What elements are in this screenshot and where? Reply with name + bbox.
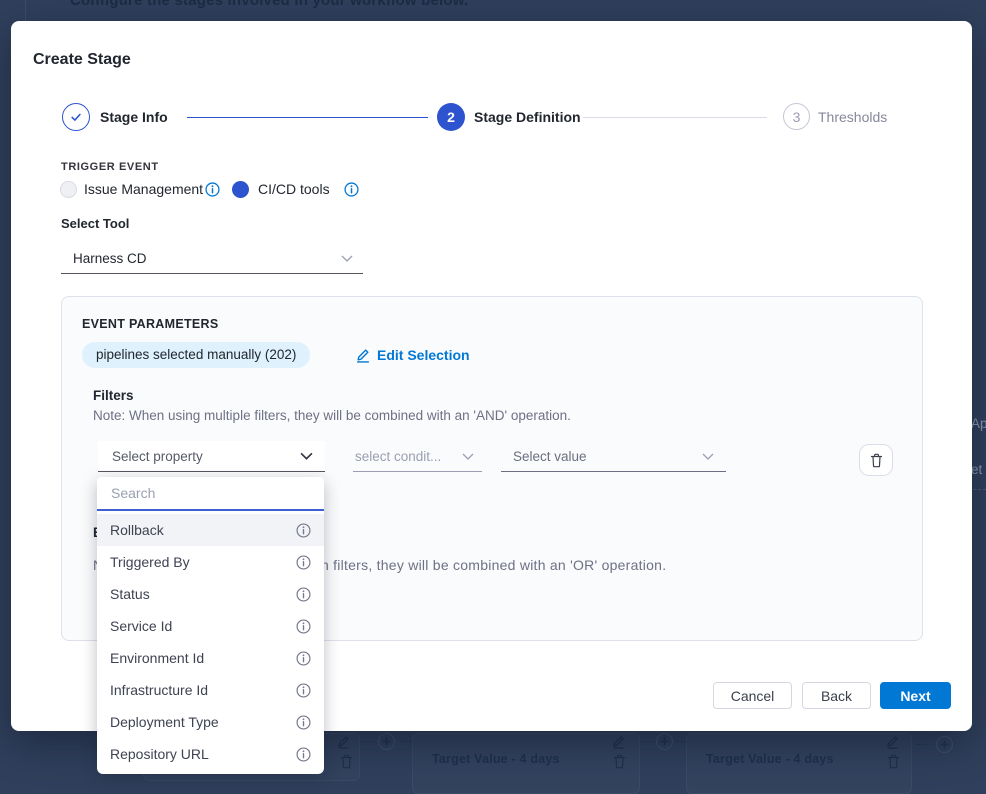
tool-select-value: Harness CD [73,251,147,266]
cancel-button[interactable]: Cancel [713,682,792,709]
pencil-icon [356,348,370,363]
dropdown-item-label: Environment Id [110,650,204,666]
info-icon[interactable] [296,555,311,570]
info-icon[interactable] [296,619,311,634]
edit-selection-link[interactable]: Edit Selection [356,347,470,363]
back-button[interactable]: Back [802,682,871,709]
check-icon [69,110,83,124]
background-text-fragment: Ap [971,416,986,431]
step-number: 2 [447,109,455,125]
add-stage-button [656,733,673,750]
stage-card-title: Target Value - 4 days [432,752,560,766]
delete-filter-button[interactable] [859,444,893,476]
dropdown-item-repository-url[interactable]: Repository URL [97,738,324,770]
dropdown-item-status[interactable]: Status [97,578,324,610]
info-icon[interactable] [296,747,311,762]
edit-stage-icon [886,735,899,749]
dropdown-item-deployment-type[interactable]: Deployment Type [97,706,324,738]
condition-select[interactable]: select condit... [353,441,482,472]
background-dash-fragment [973,489,986,490]
dropdown-item-infrastructure-id[interactable]: Infrastructure Id [97,674,324,706]
dropdown-item-label: Status [110,586,150,602]
delete-stage-icon [887,754,900,769]
dropdown-item-environment-id[interactable]: Environment Id [97,642,324,674]
radio-cicd-tools-label[interactable]: CI/CD tools [258,181,330,198]
edit-stage-icon [612,735,625,749]
dropdown-search-input[interactable] [97,477,324,511]
connector-dash [362,741,374,742]
info-icon[interactable] [205,182,220,197]
dropdown-list: Rollback Triggered By Status Service Id … [97,514,324,770]
dropdown-item-service-id[interactable]: Service Id [97,610,324,642]
workflow-config-heading: Configure the stages involved in your wo… [70,0,468,9]
step-stage-definition-label[interactable]: Stage Definition [474,103,581,131]
backdrop-divider [25,0,26,21]
dropdown-item-label: Triggered By [110,554,190,570]
step-thresholds-label[interactable]: Thresholds [818,103,887,131]
pipelines-selected-chip: pipelines selected manually (202) [82,342,310,368]
filters-note: Note: When using multiple filters, they … [93,408,571,423]
step-connector [583,117,767,118]
trigger-event-label: TRIGGER EVENT [61,161,159,173]
info-icon[interactable] [296,523,311,538]
chevron-down-icon [462,453,474,460]
step-thresholds-circle[interactable]: 3 [783,103,810,130]
dropdown-item-label: Deployment Type [110,714,219,730]
tool-select[interactable]: Harness CD [61,244,363,274]
step-number: 3 [793,109,801,125]
radio-issue-management[interactable] [60,181,77,198]
event-parameters-heading: EVENT PARAMETERS [82,317,219,331]
info-icon[interactable] [296,651,311,666]
dropdown-item-label: Rollback [110,522,164,538]
filters-heading: Filters [93,388,134,403]
chevron-down-icon [300,452,313,460]
info-icon[interactable] [296,587,311,602]
radio-cicd-tools[interactable] [232,181,249,198]
add-stage-button [378,733,395,750]
delete-stage-icon [340,754,353,769]
property-select[interactable]: Select property [98,441,325,472]
dropdown-item-label: Infrastructure Id [110,682,208,698]
select-tool-label: Select Tool [61,216,129,231]
radio-issue-management-label[interactable]: Issue Management [84,181,203,198]
step-stage-info-circle[interactable] [62,103,90,131]
stage-card-title: Target Value - 4 days [706,752,834,766]
edit-selection-label: Edit Selection [377,347,470,363]
chevron-down-icon [702,453,714,460]
dropdown-item-label: Service Id [110,618,172,634]
dropdown-item-rollback[interactable]: Rollback [97,514,324,546]
dropdown-item-triggered-by[interactable]: Triggered By [97,546,324,578]
info-icon[interactable] [344,182,359,197]
info-icon[interactable] [296,715,311,730]
condition-select-value: select condit... [355,449,441,464]
connector-dash [400,741,412,742]
next-button[interactable]: Next [880,682,951,709]
property-dropdown-popup: Rollback Triggered By Status Service Id … [97,477,324,774]
value-select[interactable]: Select value [501,441,726,472]
connector-dash [642,741,654,742]
step-stage-info-label[interactable]: Stage Info [100,103,168,131]
step-connector [187,117,428,118]
delete-stage-icon [613,754,626,769]
chevron-down-icon [341,255,353,262]
trash-icon [870,453,883,468]
edit-stage-icon [337,735,350,749]
stepper: Stage Info 2 Stage Definition 3 Threshol… [11,103,972,131]
connector-dash [917,744,929,745]
dropdown-item-label: Repository URL [110,746,209,762]
step-stage-definition-circle[interactable]: 2 [437,103,465,131]
background-text-fragment: et [971,462,982,477]
property-select-value: Select property [112,449,203,464]
info-icon[interactable] [296,683,311,698]
modal-title: Create Stage [33,51,131,69]
add-stage-button [936,736,953,753]
value-select-value: Select value [513,449,587,464]
